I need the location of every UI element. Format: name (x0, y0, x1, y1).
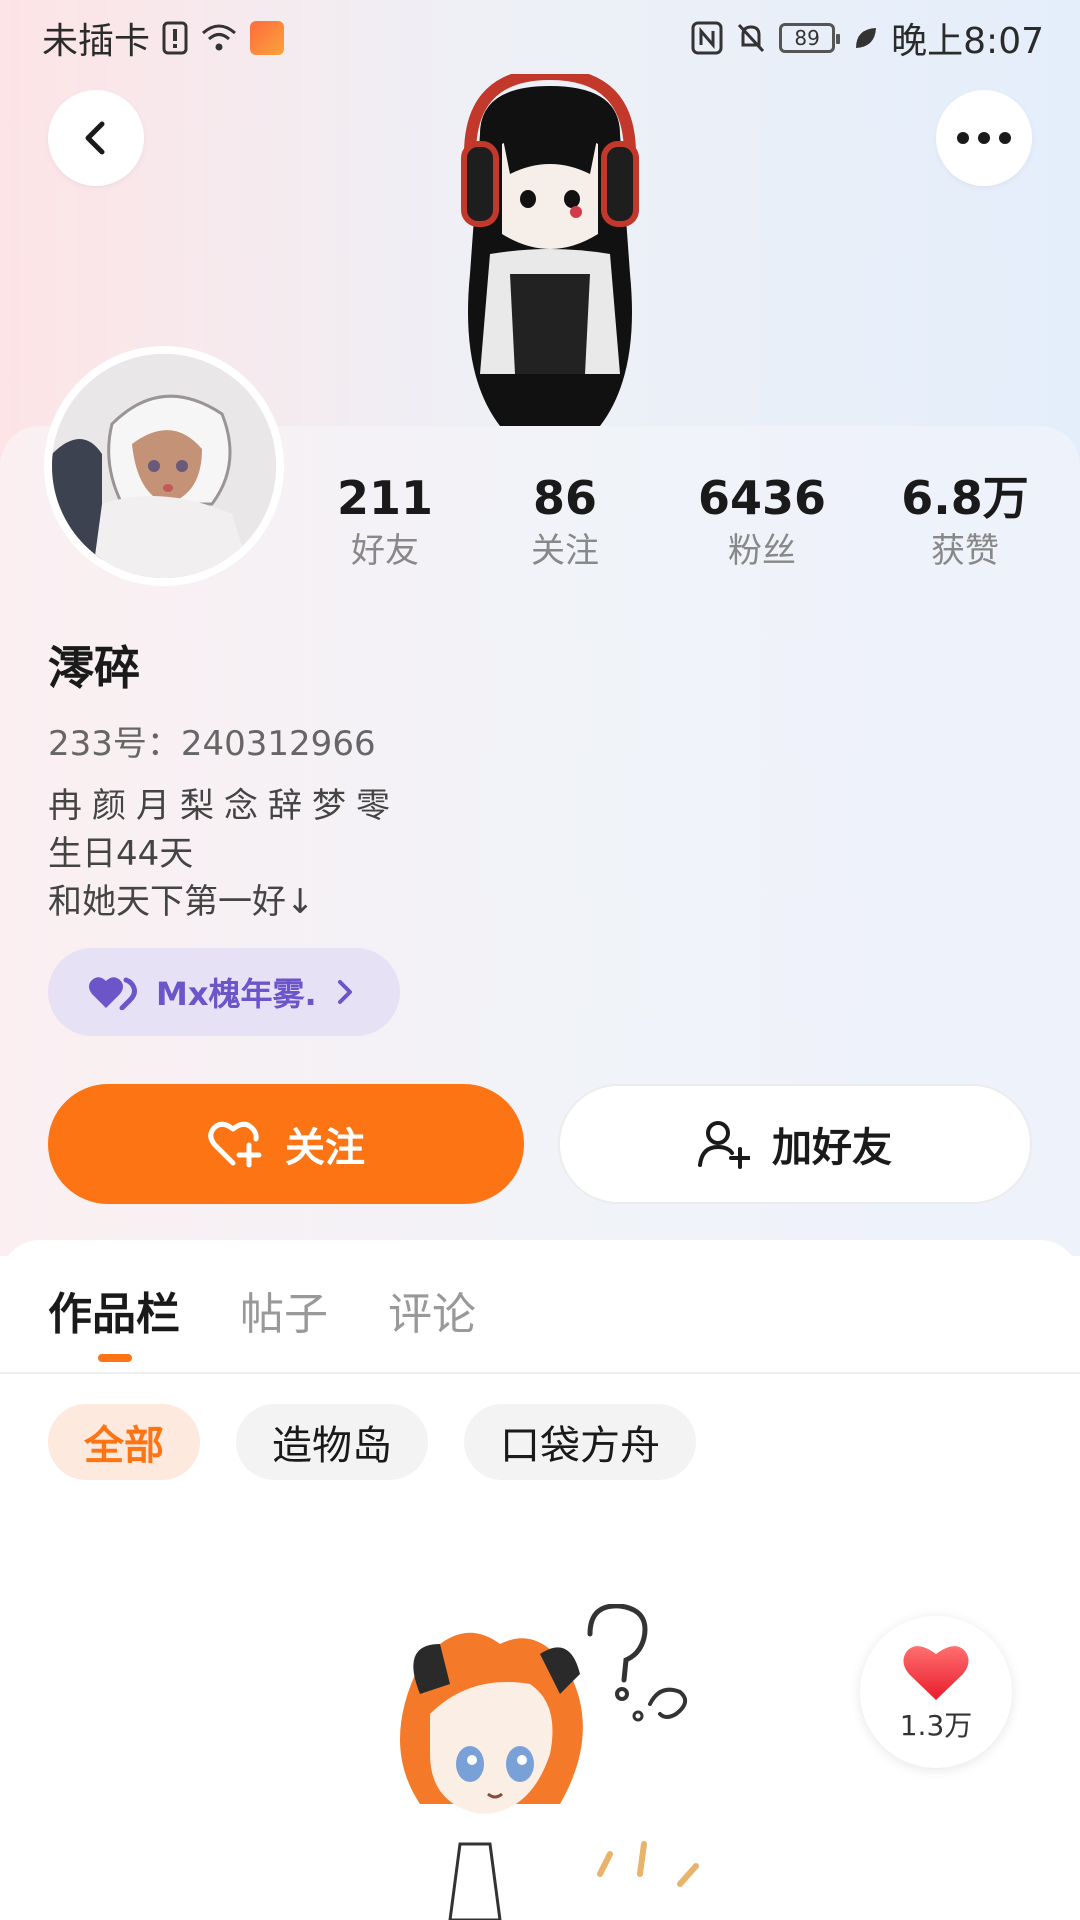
add-friend-label: 加好友 (772, 1125, 892, 1171)
tab-label: 帖子 (240, 1289, 328, 1340)
bio-line: 生日44天 (48, 834, 194, 874)
stat-value: 6436 (697, 471, 827, 525)
stat-friends[interactable]: 211 好友 (300, 470, 470, 576)
cp-name: Mx槐年雾. (156, 975, 317, 1013)
status-bar: 未插卡 89 晚上8:07 (0, 0, 1080, 76)
bio-line: 冉颜月梨念辞梦零 (48, 786, 400, 826)
user-plus-icon (698, 1121, 750, 1169)
like-count: 1.3万 (899, 1709, 973, 1742)
tabs-divider (0, 1372, 1080, 1374)
wifi-icon (200, 23, 238, 53)
profile-tabs: 作品栏 帖子 评论 (48, 1278, 476, 1362)
leaf-icon (853, 25, 879, 51)
clock: 晚上8:07 (891, 21, 1044, 62)
stat-label: 关注 (531, 531, 599, 571)
chevron-left-icon (85, 121, 105, 155)
user-avatar[interactable] (44, 346, 284, 586)
battery-indicator: 89 (779, 23, 841, 53)
stat-value: 211 (336, 471, 434, 525)
stat-label: 粉丝 (728, 531, 796, 571)
tab-works[interactable]: 作品栏 (48, 1278, 180, 1362)
more-icon (957, 132, 1011, 144)
mute-icon (735, 21, 767, 55)
stat-fans[interactable]: 6436 粉丝 (677, 470, 847, 576)
follow-button[interactable]: 关注 (48, 1084, 524, 1204)
stats-row: 211 好友 86 关注 6436 粉丝 6.8万 获赞 (300, 470, 1060, 580)
tab-label: 作品栏 (48, 1289, 180, 1340)
filter-pocket-ark[interactable]: 口袋方舟 (464, 1404, 696, 1480)
user-nickname: 澪碎 (48, 641, 140, 695)
add-friend-button[interactable]: 加好友 (558, 1084, 1032, 1204)
tab-posts[interactable]: 帖子 (240, 1278, 328, 1362)
stat-following[interactable]: 86 关注 (480, 470, 650, 576)
stat-likes[interactable]: 6.8万 获赞 (880, 470, 1050, 576)
avatar-character-figure (461, 74, 639, 426)
carrier-text: 未插卡 (42, 21, 151, 62)
tab-label: 评论 (388, 1289, 476, 1340)
user-bio: 冉颜月梨念辞梦零 生日44天 和她天下第一好↓ (48, 782, 400, 926)
heart-plus-icon (208, 1121, 262, 1168)
sim-alert-icon (162, 21, 188, 55)
chevron-right-icon (337, 980, 352, 1004)
app-notification-icon (250, 21, 285, 55)
cp-relationship-chip[interactable]: Mx槐年雾. (48, 948, 400, 1036)
bio-line: 和她天下第一好↓ (48, 882, 315, 922)
nfc-icon (691, 21, 723, 55)
stat-label: 好友 (351, 531, 419, 571)
follow-label: 关注 (285, 1125, 365, 1171)
tab-comments[interactable]: 评论 (388, 1278, 476, 1362)
filter-chips: 全部 造物岛 口袋方舟 (48, 1404, 696, 1480)
stat-value: 86 (532, 471, 597, 525)
empty-state-mascot (400, 1604, 699, 1920)
more-options-button[interactable] (936, 90, 1032, 186)
tab-indicator (98, 1354, 132, 1362)
user-id[interactable]: 233号：240312966 (48, 716, 376, 765)
stat-label: 获赞 (931, 531, 999, 571)
filter-all[interactable]: 全部 (48, 1404, 200, 1480)
double-heart-icon (89, 977, 137, 1010)
heart-icon (903, 1646, 969, 1700)
stat-value: 6.8万 (901, 471, 1029, 525)
filter-creation-island[interactable]: 造物岛 (236, 1404, 428, 1480)
like-floating-button[interactable]: 1.3万 (860, 1616, 1012, 1768)
back-button[interactable] (48, 90, 144, 186)
